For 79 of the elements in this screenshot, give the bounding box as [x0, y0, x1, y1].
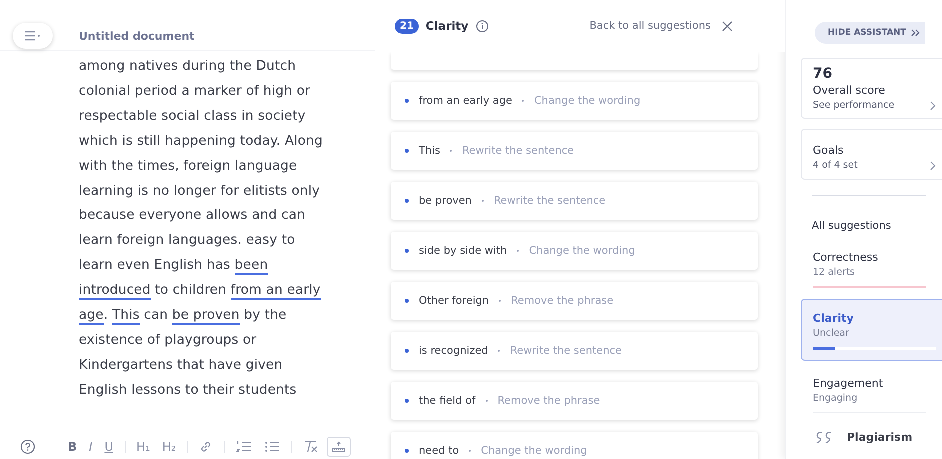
hide-assistant-button[interactable]: HIDE ASSISTANT — [815, 22, 926, 44]
suggestion-phrase: from an early age — [419, 95, 512, 107]
suggestion-card[interactable]: from an early age Change the wording — [391, 82, 758, 120]
menu-icon — [24, 31, 42, 41]
suggestion-action: Change the wording — [481, 445, 588, 457]
separator-dot — [517, 250, 520, 252]
separator-dot — [498, 350, 500, 352]
suggestion-phrase: the field of — [419, 395, 476, 407]
suggestion-phrase: side by side with — [419, 245, 508, 257]
plagiarism-label[interactable]: Plagiarism — [847, 430, 913, 444]
link-icon — [199, 440, 214, 454]
goals-label: Goals — [813, 144, 845, 157]
bullet-icon — [405, 99, 409, 103]
category-title: Clarity — [426, 19, 469, 33]
suggestion-card[interactable]: This Rewrite the sentence — [391, 132, 758, 170]
category-name: Clarity — [813, 312, 855, 325]
bullet-icon — [405, 449, 409, 453]
bullet-icon — [405, 149, 409, 153]
suggestion-action: Remove the phrase — [511, 295, 614, 307]
chevron-icon — [930, 160, 936, 170]
suggestion-card[interactable]: Other foreign Remove the phrase — [391, 282, 758, 320]
all-suggestions-label: All suggestions — [812, 220, 892, 232]
separator-dot — [450, 150, 452, 152]
suggestion-card[interactable]: be proven Rewrite the sentence — [391, 182, 758, 220]
category-status: 12 alerts — [813, 267, 856, 278]
bullet-icon — [405, 399, 409, 403]
suggestion-phrase: be proven — [419, 195, 472, 207]
ruler-button[interactable] — [327, 437, 352, 457]
category-item[interactable]: Engagement Engaging — [801, 369, 942, 420]
goals-card[interactable]: Goals 4 of 4 set — [801, 129, 942, 180]
separator-dot — [469, 450, 472, 452]
score-card[interactable]: 76 Overall score See performance — [801, 58, 942, 119]
numbered-list-icon — [236, 440, 252, 454]
suggestion-card[interactable]: side by side with Change the wording — [391, 232, 758, 270]
bullet-icon — [405, 299, 409, 303]
document-title: Untitled document — [79, 30, 195, 42]
ruler-icon — [331, 440, 348, 454]
category-status: Engaging — [813, 393, 859, 404]
score-value: 76 — [813, 66, 834, 82]
separator-dot — [482, 200, 484, 202]
suggestion-phrase: This — [419, 145, 440, 157]
category-item[interactable]: Correctness 12 alerts — [801, 243, 942, 295]
bullet-icon — [405, 249, 409, 253]
separator-dot — [486, 400, 488, 402]
category-name: Correctness — [813, 251, 880, 264]
suggestion-card[interactable]: is recognized Rewrite the sentence — [391, 332, 758, 370]
separator-dot — [499, 300, 502, 302]
category-name: Engagement — [813, 377, 884, 390]
suggestion-phrase: is recognized — [419, 345, 488, 357]
help-icon[interactable] — [20, 439, 36, 455]
category-status: Unclear — [813, 328, 850, 339]
suggestion-action: Change the wording — [534, 95, 641, 107]
suggestion-action: Rewrite the sentence — [510, 345, 622, 357]
bullet-list-icon — [264, 440, 280, 454]
suggestion-action: Rewrite the sentence — [462, 145, 574, 157]
clear-format-icon — [303, 440, 320, 454]
score-label: Overall score — [813, 84, 886, 97]
info-icon[interactable] — [476, 20, 489, 32]
document-text[interactable]: among natives during the Dutch colonial period a marker of high or respectable social class in society which is still happening today. Along with the times, foreign language learning is no longer for elitists only because everyone allows and can learn foreign languages. easy to learn even English has been introduced to children from an early age. This can be proven by the existence of playgroups or Kindergartens that have given English lessons to their students — [79, 55, 333, 404]
suggestion-phrase: need to — [419, 445, 460, 457]
double-chevron-icon — [911, 29, 922, 37]
suggestion-card[interactable]: the field of Remove the phrase — [391, 382, 758, 420]
bold-button[interactable]: B — [64, 437, 82, 457]
suggestion-action: Rewrite the sentence — [494, 195, 606, 207]
menu-button[interactable] — [13, 23, 53, 49]
goals-status: 4 of 4 set — [813, 160, 858, 171]
back-link[interactable]: Back to all suggestions — [590, 20, 711, 32]
suggestion-action: Remove the phrase — [498, 395, 600, 407]
category-item[interactable]: Clarity Unclear — [801, 299, 942, 361]
close-icon[interactable] — [722, 20, 733, 32]
bullet-icon — [405, 349, 409, 353]
performance-link[interactable]: See performance — [813, 100, 895, 111]
count-badge: 21 — [395, 18, 419, 34]
suggestion-card[interactable]: need to Change the wording — [391, 432, 758, 459]
suggestion-action: Change the wording — [529, 245, 636, 257]
suggestion-phrase: Other foreign — [419, 295, 490, 307]
chevron-icon — [930, 100, 936, 110]
bullet-icon — [405, 199, 409, 203]
separator-dot — [522, 100, 524, 102]
